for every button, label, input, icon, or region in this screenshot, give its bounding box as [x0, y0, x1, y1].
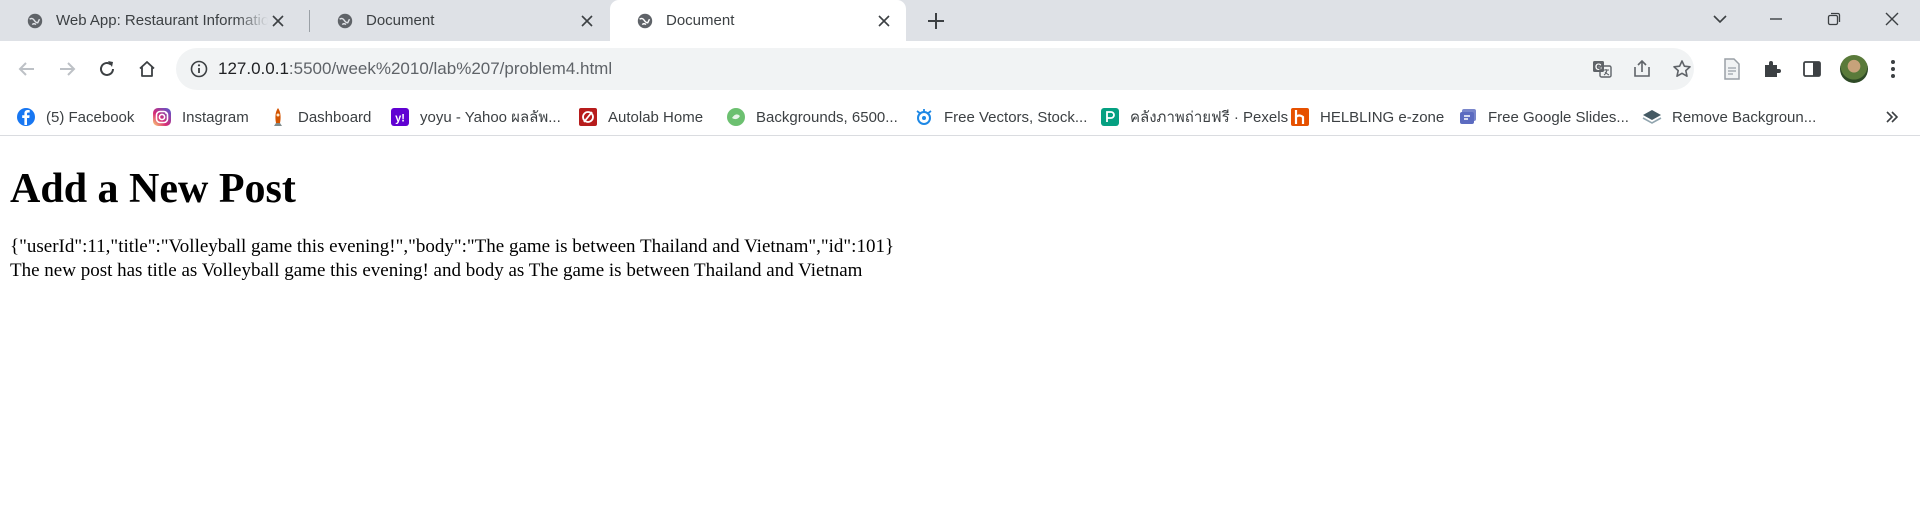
tab-title: Document [366, 12, 435, 29]
bookmark-yahoo[interactable]: y! yoyu - Yahoo ผลลัพ... [390, 105, 561, 129]
more-bookmarks-button[interactable] [1880, 105, 1904, 129]
home-button[interactable] [133, 55, 161, 83]
tab-restaurant[interactable]: Web App: Restaurant Information [0, 0, 300, 41]
bookmark-label: Autolab Home [608, 108, 704, 126]
double-chevron-right-icon [1886, 111, 1899, 123]
bookmark-instagram[interactable]: Instagram [152, 105, 249, 129]
globe-icon [337, 13, 353, 28]
bookmark-label: Dashboard [298, 108, 372, 126]
menu-button[interactable] [1880, 56, 1906, 82]
helbling-icon [1291, 108, 1309, 126]
close-icon [1885, 12, 1899, 26]
address-bar[interactable]: 127.0.0.1:5500/week%2010/lab%207/problem… [176, 48, 1694, 90]
url-host: 127.0.0.1 [218, 59, 289, 78]
bookmark-pexels[interactable]: คลังภาพถ่ายฟรี · Pexels [1100, 105, 1288, 129]
side-panel-icon [1803, 61, 1821, 77]
bookmark-helbling[interactable]: HELBLING e-zone [1290, 105, 1444, 129]
url-path: :5500/week%2010/lab%207/problem4.html [288, 59, 613, 78]
vectors-icon [916, 109, 932, 125]
bookmark-label: Instagram [182, 108, 249, 126]
tab-title: Document [666, 12, 735, 29]
extensions-button[interactable] [1759, 56, 1785, 82]
svg-text:G: G [1595, 62, 1602, 72]
arrow-left-icon [18, 62, 34, 76]
bookmark-label: Free Google Slides... [1488, 108, 1629, 126]
pexels-icon [1101, 108, 1119, 126]
minimize-button[interactable] [1748, 0, 1804, 38]
autolab-icon [579, 108, 597, 126]
document-icon [1724, 58, 1740, 80]
post-json-output: {"userId":11,"title":"Volleyball game th… [10, 236, 895, 257]
page-content: Add a New Post {"userId":11,"title":"Vol… [0, 136, 1920, 508]
bookmark-label: คลังภาพถ่ายฟรี · Pexels [1130, 109, 1289, 126]
puzzle-icon [1765, 61, 1781, 77]
restore-button[interactable] [1806, 0, 1862, 38]
bookmark-label: HELBLING e-zone [1320, 108, 1445, 126]
globe-icon [637, 13, 653, 28]
svg-text:y!: y! [395, 113, 405, 125]
bookmark-label: (5) Facebook [46, 108, 135, 126]
minimize-icon [1770, 18, 1782, 20]
more-vertical-icon [1891, 60, 1895, 78]
plus-icon [928, 13, 944, 29]
profile-avatar[interactable] [1840, 55, 1868, 83]
info-icon[interactable] [190, 60, 208, 78]
reload-icon [100, 61, 114, 76]
tab-strip: Web App: Restaurant Information Document… [0, 0, 1920, 41]
arrow-right-icon [60, 62, 76, 76]
bookmarks-bar: (5) Facebook Instagram Dashboard y! yoyu… [0, 97, 1920, 136]
share-icon[interactable] [1632, 59, 1652, 79]
browser-toolbar: 127.0.0.1:5500/week%2010/lab%207/problem… [0, 41, 1920, 97]
globe-icon [27, 13, 43, 28]
bookmark-label: Backgrounds, 6500... [756, 108, 898, 126]
reading-list-button[interactable] [1719, 56, 1745, 82]
rocket-icon [274, 108, 282, 126]
new-tab-button[interactable] [923, 8, 949, 34]
reload-button[interactable] [93, 55, 121, 83]
close-icon[interactable] [874, 11, 894, 31]
chevron-down-icon [1713, 15, 1727, 24]
instagram-icon [153, 108, 171, 126]
star-icon[interactable] [1672, 59, 1692, 79]
back-button[interactable] [13, 55, 41, 83]
yahoo-icon: y! [391, 108, 409, 126]
side-panel-button[interactable] [1799, 56, 1825, 82]
restore-icon [1827, 12, 1841, 26]
bookmark-remove-bg[interactable]: Remove Backgroun... [1642, 105, 1816, 129]
close-window-button[interactable] [1864, 0, 1920, 38]
translate-icon[interactable]: G [1592, 59, 1612, 79]
bookmark-label: yoyu - Yahoo ผลลัพ... [420, 109, 561, 126]
tab-title: Web App: Restaurant Information [56, 12, 268, 29]
facebook-icon [17, 108, 35, 126]
bookmark-autolab[interactable]: Autolab Home [578, 105, 703, 129]
slides-icon [1460, 109, 1476, 124]
url-text[interactable]: 127.0.0.1:5500/week%2010/lab%207/problem… [218, 59, 612, 79]
page-heading: Add a New Post [10, 166, 296, 212]
close-icon[interactable] [577, 11, 597, 31]
bookmark-freepik[interactable]: Free Vectors, Stock... [914, 105, 1087, 129]
tab-document-active[interactable]: Document [610, 0, 906, 41]
bookmark-dashboard[interactable]: Dashboard [268, 105, 371, 129]
removebg-icon [1642, 110, 1662, 124]
bookmark-facebook[interactable]: (5) Facebook [16, 105, 134, 129]
tab-document-1[interactable]: Document [310, 0, 609, 41]
post-summary-text: The new post has title as Volleyball gam… [10, 260, 863, 281]
bookmark-google-slides[interactable]: Free Google Slides... [1458, 105, 1629, 129]
close-icon[interactable] [268, 11, 288, 31]
bookmark-label: Free Vectors, Stock... [944, 108, 1088, 126]
bookmark-label: Remove Backgroun... [1672, 108, 1817, 126]
backgrounds-icon [727, 108, 745, 126]
tab-search-button[interactable] [1692, 0, 1748, 38]
home-icon [139, 61, 155, 77]
forward-button[interactable] [53, 55, 81, 83]
bookmark-backgrounds[interactable]: Backgrounds, 6500... [726, 105, 898, 129]
